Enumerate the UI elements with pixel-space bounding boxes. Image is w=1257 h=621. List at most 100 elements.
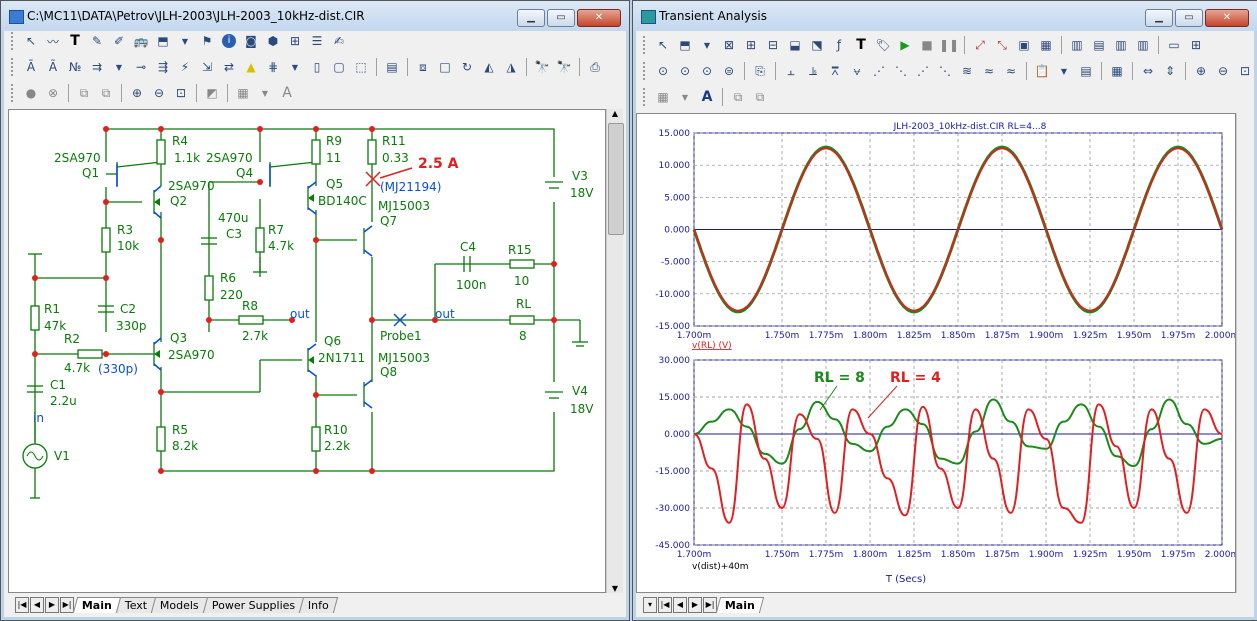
maximize-button[interactable]: ▭	[547, 9, 575, 27]
warning-icon[interactable]: ▲	[241, 57, 261, 77]
tab-main[interactable]: Main	[72, 597, 122, 613]
next-tab-button[interactable]: ▶	[45, 597, 59, 613]
tag-icon[interactable]: ⊞	[285, 31, 305, 51]
fit-y-icon[interactable]: ⇕	[1160, 61, 1180, 81]
clipboard-icon[interactable]: 📋	[1032, 61, 1052, 81]
select-mode-icon[interactable]: ↖	[21, 31, 41, 51]
mirror-icon[interactable]: ◭	[479, 57, 499, 77]
analysis-vscroll[interactable]	[1236, 113, 1253, 593]
tab-info[interactable]: Info	[299, 597, 339, 613]
help-icon[interactable]: ◙	[241, 31, 261, 51]
tangent-icon[interactable]: ≋	[957, 61, 977, 81]
properties-icon[interactable]: ⎘	[750, 61, 770, 81]
bus-icon[interactable]: 🚌	[131, 31, 151, 51]
find-next-icon[interactable]: 🔭	[554, 57, 574, 77]
paste-icon[interactable]: ⧉	[96, 83, 116, 103]
zoom-out-icon[interactable]: ⊖	[149, 83, 169, 103]
grid-text-icon[interactable]: Ã	[43, 57, 63, 77]
go-back-icon[interactable]: ●	[21, 83, 41, 103]
low-icon[interactable]: ⩝	[847, 61, 867, 81]
a-dropdown-icon[interactable]: ▼	[697, 35, 717, 55]
dropdown-4-icon[interactable]: ▼	[255, 83, 275, 103]
graphics-icon[interactable]: ⬒	[153, 31, 173, 51]
dropdown-2-icon[interactable]: ▼	[109, 57, 129, 77]
schematic-titlebar[interactable]: C:\MC11\DATA\Petrov\JLH-2003\JLH-2003_10…	[1, 1, 629, 31]
diagonal-wire-icon[interactable]: ✐	[109, 31, 129, 51]
a-zoom-in-icon[interactable]: ⊕	[1191, 61, 1211, 81]
state-icon[interactable]: ⇄	[219, 57, 239, 77]
a-prev2-tab-button[interactable]: ◀	[673, 597, 687, 613]
wire-mode-icon[interactable]: ✎	[87, 31, 107, 51]
pause-icon[interactable]: ❚❚	[939, 35, 959, 55]
analysis-maximize-button[interactable]: ▭	[1175, 9, 1203, 27]
attr-text-icon[interactable]: Ā	[21, 57, 41, 77]
find-icon[interactable]: 🔭	[532, 57, 552, 77]
zoom-probe3-icon[interactable]: ⊙	[697, 61, 717, 81]
analysis-canvas[interactable]: JLH-2003_10kHz-dist.CIR RL=4...8 1.700m 1…	[636, 113, 1239, 593]
calendar-icon[interactable]: ▦	[1107, 61, 1127, 81]
close-button[interactable]: ✕	[577, 9, 621, 27]
global-high-icon[interactable]: ⋱	[891, 61, 911, 81]
curves2-icon[interactable]: ≈	[1001, 61, 1021, 81]
a-last-tab-button[interactable]: ▶|	[703, 597, 717, 613]
pins-icon[interactable]: ⬚	[351, 57, 371, 77]
text-mode-icon[interactable]: T	[65, 31, 85, 51]
point-tool-icon[interactable]: ⬢	[263, 31, 283, 51]
layout5-icon[interactable]: ▭	[1164, 35, 1184, 55]
a-zoom-out-icon[interactable]: ⊖	[1213, 61, 1233, 81]
dropdown-3-icon[interactable]: ▼	[285, 57, 305, 77]
a-prev-tab-button[interactable]: |◀	[658, 597, 672, 613]
analysis-titlebar[interactable]: Transient Analysis ▁ ▭ ✕	[633, 1, 1257, 31]
high-icon[interactable]: ⩞	[825, 61, 845, 81]
a-text-icon[interactable]: T	[851, 35, 871, 55]
a-select-icon[interactable]: ↖	[653, 35, 673, 55]
layout4-icon[interactable]: ▥	[1133, 35, 1153, 55]
frame2-icon[interactable]: ▦	[1036, 35, 1056, 55]
global-low-icon[interactable]: ⋰	[913, 61, 933, 81]
minimize-button[interactable]: ▁	[517, 9, 545, 27]
prev-tab-button[interactable]: ◀	[30, 597, 44, 613]
edit-icon[interactable]: ✍	[329, 31, 349, 51]
a-tab-main[interactable]: Main	[715, 597, 765, 613]
rotate-icon[interactable]: ↻	[457, 57, 477, 77]
title-block-icon[interactable]: ▤	[382, 57, 402, 77]
curves-icon[interactable]: ≈	[979, 61, 999, 81]
grid-icon[interactable]: ⋕	[263, 57, 283, 77]
page-setup-icon[interactable]: ⎙	[585, 57, 605, 77]
last-tab-button[interactable]: ▶|	[60, 597, 74, 613]
layout1-icon[interactable]: ▥	[1067, 35, 1087, 55]
peak-icon[interactable]: ⫠	[781, 61, 801, 81]
slope-icon[interactable]: ⋱	[935, 61, 955, 81]
current-icon[interactable]: ⇶	[153, 57, 173, 77]
restore-scale-icon[interactable]: ⊟	[763, 35, 783, 55]
tab-models[interactable]: Models	[151, 597, 209, 613]
zoom-in-icon[interactable]: ⊕	[127, 83, 147, 103]
run-icon[interactable]: ▶	[895, 35, 915, 55]
select-box-icon[interactable]: ⧈	[413, 57, 433, 77]
a-copy-icon[interactable]: ⧉	[728, 87, 748, 107]
a-first-tab-button[interactable]: ▾	[643, 597, 657, 613]
zoom-probe2-icon[interactable]: ⊙	[675, 61, 695, 81]
table-icon[interactable]: ▤	[1076, 61, 1096, 81]
fit-x-icon[interactable]: ⇔	[1138, 61, 1158, 81]
a-layout-icon[interactable]: ▦	[653, 87, 673, 107]
layout-icon[interactable]: ▦	[233, 83, 253, 103]
component-mode-icon[interactable]: 〰	[43, 31, 63, 51]
a-paste-icon[interactable]: ⧉	[750, 87, 770, 107]
zoom-probe-icon[interactable]: ⊙	[653, 61, 673, 81]
power-icon[interactable]: ⚡	[175, 57, 195, 77]
a-dropdown3-icon[interactable]: ▼	[675, 87, 695, 107]
list-icon[interactable]: ☰	[307, 31, 327, 51]
rect-icon[interactable]: □	[435, 57, 455, 77]
pin-connections-icon[interactable]: ⊸	[131, 57, 151, 77]
layout3-icon[interactable]: ▥	[1111, 35, 1131, 55]
maximize-scale-icon[interactable]: ⊞	[741, 35, 761, 55]
first-tab-button[interactable]: |◀	[15, 597, 29, 613]
layout2-icon[interactable]: ▤	[1089, 35, 1109, 55]
page-border-icon[interactable]: ▢	[329, 57, 349, 77]
cursor-left-icon[interactable]: ⤢	[970, 35, 990, 55]
node-numbers-icon[interactable]: №	[65, 57, 85, 77]
frame-icon[interactable]: ▣	[1014, 35, 1034, 55]
dropdown-icon[interactable]: ▼	[175, 31, 195, 51]
a-dropdown2-icon[interactable]: ▼	[1054, 61, 1074, 81]
